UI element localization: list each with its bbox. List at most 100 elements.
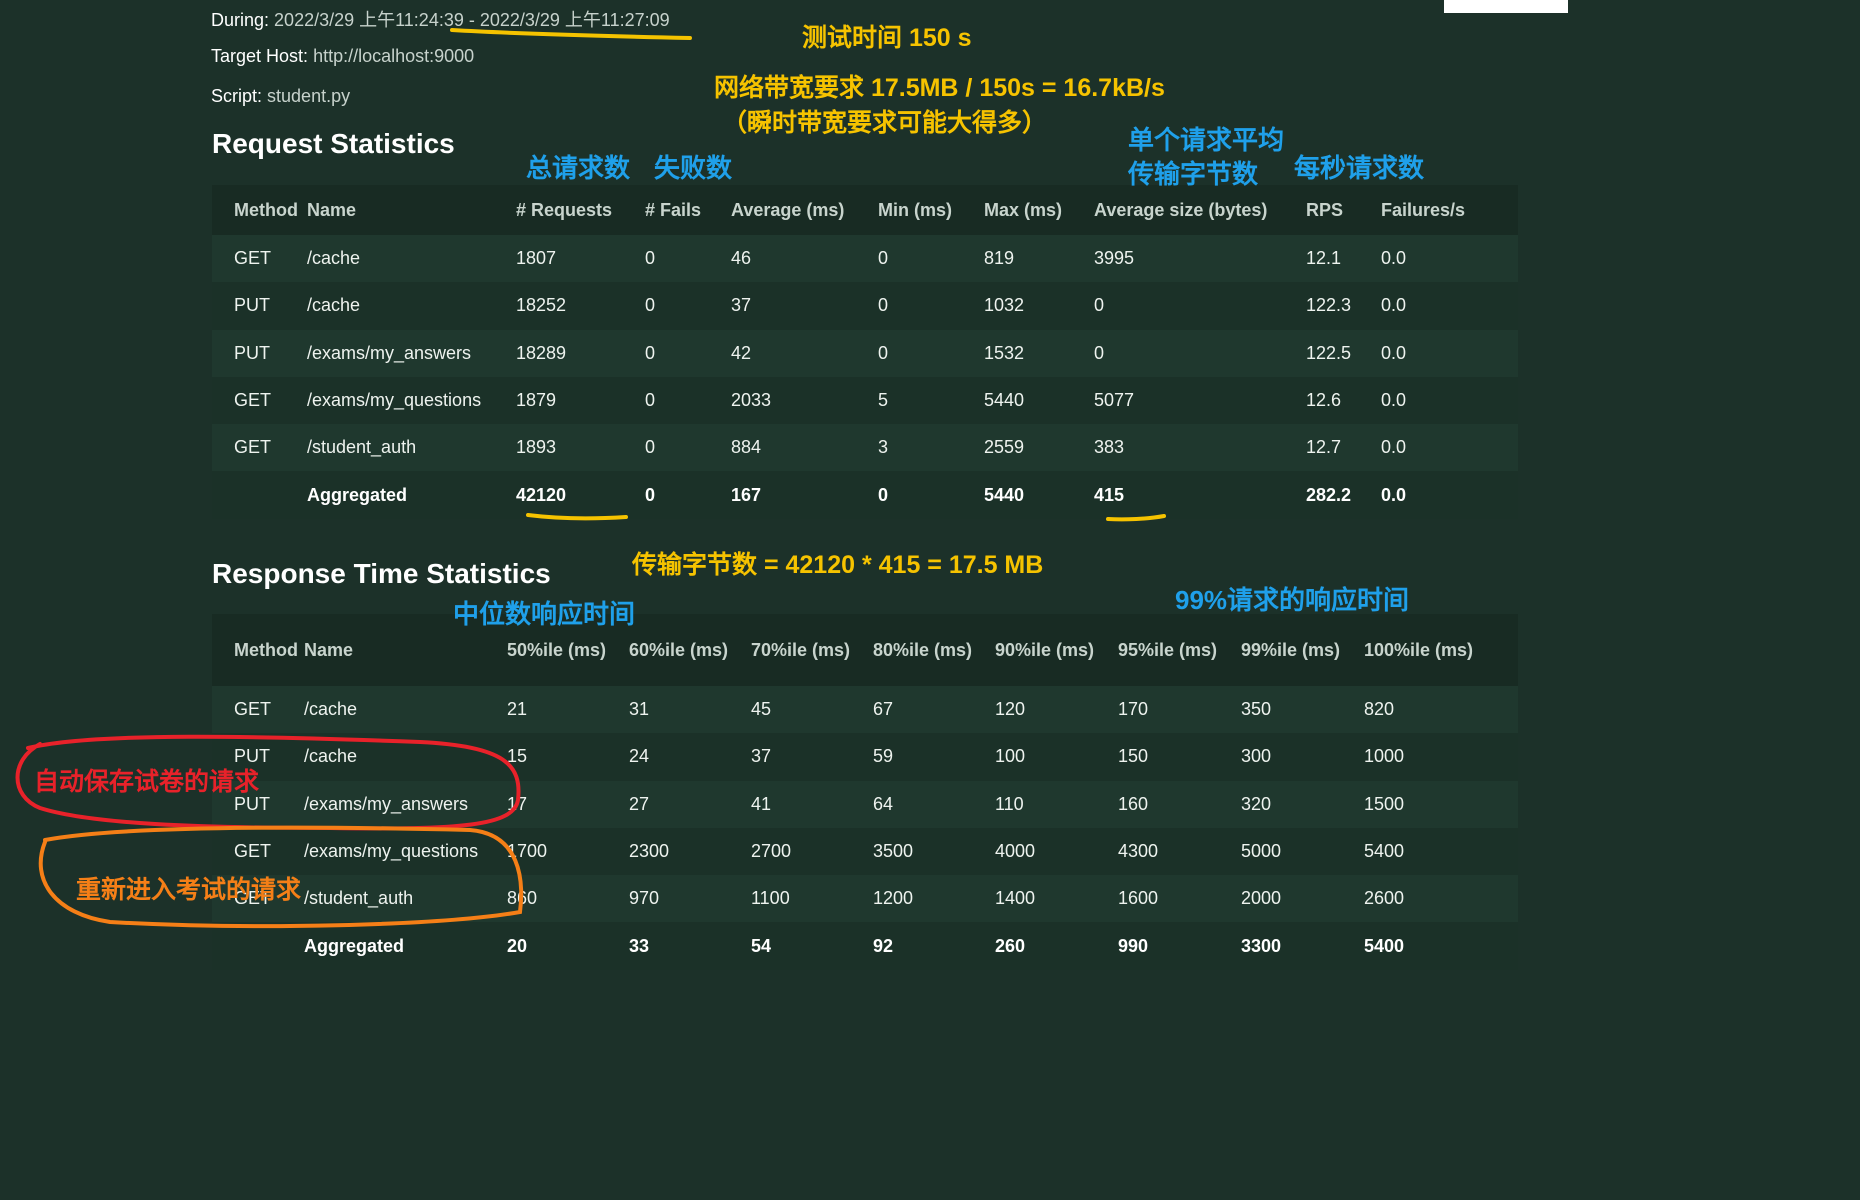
max-cell: 819	[984, 248, 1015, 269]
col-p95: 95%ile (ms)	[1118, 614, 1241, 686]
max-cell: 5440	[984, 471, 1094, 519]
script-value: student.py	[267, 86, 351, 106]
col-min: Min (ms)	[878, 185, 984, 235]
name-cell: /exams/my_questions	[304, 827, 507, 876]
response-time-statistics-table: Method Name 50%ile (ms) 60%ile (ms) 70%i…	[212, 614, 1518, 970]
avg-size-cell: 0	[1094, 282, 1306, 330]
requests-cell: 1807	[516, 248, 557, 269]
col-p90: 90%ile (ms)	[995, 614, 1118, 686]
fails-cell: 0	[645, 376, 731, 425]
fails-cell: 0	[645, 437, 656, 458]
col-method: Method	[212, 614, 304, 686]
table-row: GET /exams/my_questions 1700 2300 2700 3…	[212, 827, 1518, 876]
table-row: PUT /cache 18252 0 37 0 1032 0 122.3 0.0	[212, 282, 1518, 330]
col-method: Method	[212, 185, 307, 235]
col-p99: 99%ile (ms)	[1241, 614, 1364, 686]
p90-cell: 1400	[995, 888, 1036, 909]
p60-cell: 970	[629, 888, 660, 909]
p70-cell: 45	[751, 699, 772, 720]
window-corner	[1444, 0, 1568, 13]
name-cell: /cache	[307, 248, 361, 269]
min-cell: 0	[878, 248, 889, 269]
p50-cell: 1700	[507, 827, 629, 876]
p50-cell: 860	[507, 888, 538, 909]
annotation-test-time: 测试时间 150 s	[802, 24, 972, 52]
p60-cell: 24	[629, 733, 751, 781]
max-cell: 1532	[984, 342, 1025, 363]
p95-cell: 160	[1118, 793, 1149, 814]
col-rps: RPS	[1306, 185, 1381, 235]
p100-cell: 1000	[1364, 733, 1518, 781]
method-cell: GET	[212, 376, 307, 425]
max-cell: 2559	[984, 437, 1025, 458]
method-cell: PUT	[212, 282, 307, 330]
p95-cell: 1600	[1118, 888, 1159, 909]
failures-per-sec-cell: 0.0	[1381, 437, 1407, 458]
p90-cell: 4000	[995, 827, 1118, 876]
p80-cell: 92	[873, 922, 995, 970]
max-cell: 5440	[984, 376, 1094, 425]
average-cell: 37	[731, 282, 878, 330]
name-cell: /student_auth	[304, 888, 414, 909]
failures-per-sec-cell: 0.0	[1381, 376, 1518, 425]
name-cell: /student_auth	[307, 437, 417, 458]
col-avg-size: Average size (bytes)	[1094, 185, 1306, 235]
target-host-label: Target Host:	[211, 46, 309, 66]
col-requests: # Requests	[516, 185, 645, 235]
annotation-median-time: 中位数响应时间	[453, 599, 636, 629]
requests-cell: 1893	[516, 437, 557, 458]
p60-cell: 33	[629, 922, 751, 970]
p50-cell: 15	[507, 733, 629, 781]
col-fails: # Fails	[645, 185, 731, 235]
average-cell: 46	[731, 248, 752, 269]
name-cell: /exams/my_answers	[307, 342, 472, 363]
col-max: Max (ms)	[984, 185, 1094, 235]
name-cell: Aggregated	[307, 471, 516, 519]
min-cell: 0	[878, 342, 889, 363]
col-p60: 60%ile (ms)	[629, 614, 751, 686]
method-cell: GET	[234, 699, 272, 720]
p80-cell: 59	[873, 733, 995, 781]
p70-cell: 37	[751, 733, 873, 781]
table-row: PUT /cache 15 24 37 59 100 150 300 1000	[212, 733, 1518, 781]
annotation-reenter: 重新进入考试的请求	[76, 876, 302, 904]
p90-cell: 110	[995, 793, 1024, 814]
p50-cell: 20	[507, 922, 629, 970]
p90-cell: 100	[995, 733, 1118, 781]
target-host-line: Target Host: http://localhost:9000	[211, 46, 474, 67]
p100-cell: 5400	[1364, 827, 1518, 876]
p80-cell: 67	[873, 699, 894, 720]
p50-cell: 21	[507, 699, 528, 720]
requests-cell: 18289	[516, 342, 567, 363]
annotation-p99-time: 99%请求的响应时间	[1175, 585, 1410, 615]
p60-cell: 2300	[629, 827, 751, 876]
p99-cell: 5000	[1241, 827, 1364, 876]
annotation-fail-count: 失败数	[654, 153, 733, 183]
method-cell: GET	[234, 248, 272, 269]
min-cell: 3	[878, 437, 889, 458]
p99-cell: 2000	[1241, 888, 1282, 909]
during-value: 2022/3/29 上午11:24:39 - 2022/3/29 上午11:27…	[274, 10, 670, 30]
p60-cell: 31	[629, 699, 650, 720]
name-cell: Aggregated	[304, 922, 507, 970]
method-cell: GET	[212, 827, 304, 876]
avg-size-cell: 383	[1094, 437, 1125, 458]
name-cell: /exams/my_questions	[307, 376, 516, 425]
p70-cell: 2700	[751, 827, 873, 876]
script-label: Script:	[211, 86, 263, 106]
name-cell: /cache	[307, 282, 516, 330]
failures-per-sec-cell: 0.0	[1381, 471, 1518, 519]
script-line: Script: student.py	[211, 86, 350, 107]
aggregated-row: Aggregated 20 33 54 92 260 990 3300 5400	[212, 922, 1518, 970]
rps-cell: 122.3	[1306, 282, 1381, 330]
p95-cell: 170	[1118, 699, 1149, 720]
p99-cell: 3300	[1241, 922, 1364, 970]
failures-per-sec-cell: 0.0	[1381, 342, 1407, 363]
avg-size-cell: 0	[1094, 342, 1105, 363]
target-host-value: http://localhost:9000	[313, 46, 475, 66]
p70-cell: 1100	[751, 888, 790, 909]
col-p80: 80%ile (ms)	[873, 614, 995, 686]
p100-cell: 2600	[1364, 888, 1405, 909]
p99-cell: 300	[1241, 733, 1364, 781]
max-cell: 1032	[984, 282, 1094, 330]
